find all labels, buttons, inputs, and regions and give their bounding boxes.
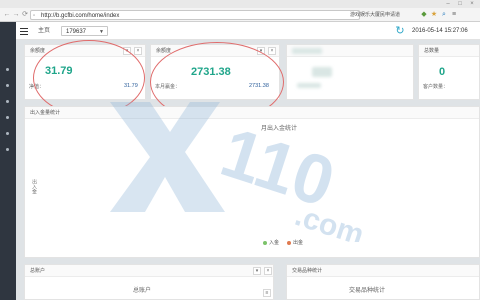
top-nav: 主页 179637 ▼ ↻ 2016-05-14 15:27:06 [16,22,480,40]
star-icon[interactable]: ★ [430,11,438,19]
close-icon[interactable]: × [264,267,272,275]
collapse-icon[interactable]: ▾ [253,267,261,275]
chart-title: 交易品种统计 [349,288,386,294]
redacted-title [292,48,322,54]
legend-label-out[interactable]: 出金 [293,240,303,246]
extension-icon[interactable]: ◆ [420,11,428,19]
close-icon[interactable]: × [468,1,476,7]
search-suggestion-text[interactable]: 游戏娱乐大厦民申请道 [350,12,400,19]
sidebar-item[interactable] [6,116,9,119]
count-card: 总数量 0 客户数量： [418,44,480,100]
accounts-panel: 总账户 ▾ × 总账户 ≡ [24,264,274,300]
panel-header: 出入金量统计 [25,107,479,119]
panel-title: 出入金量统计 [30,110,61,116]
account-select[interactable]: 179637 ▼ [61,26,108,36]
tab-strip [0,0,480,8]
fund-flow-panel: 出入金量统计 月出入金统计 出入金 入金 出金 [24,106,480,258]
hidden-card [286,44,414,100]
panel-header: 总账户 ▾ × [25,265,273,277]
y-axis-label: 出入金 [31,179,37,194]
instruments-panel: 交易品种统计 交易品种统计 [286,264,480,300]
legend-swatch-in[interactable] [263,241,267,245]
sidebar-item[interactable] [6,68,9,71]
account-select-value: 179637 [66,29,87,35]
card-header: 总数量 [419,45,479,57]
chart-title: 月出入金统计 [261,126,298,132]
back-icon[interactable]: ← [3,11,11,19]
legend-swatch-out[interactable] [287,241,291,245]
minimize-icon[interactable]: – [444,1,452,7]
hamburger-icon[interactable] [20,26,28,36]
menu-icon[interactable]: ≡ [450,11,458,19]
sidebar-item[interactable] [6,84,9,87]
card-title: 余额度 [30,48,46,54]
datetime: 2016-05-14 15:27:06 [412,28,468,34]
sidebar [0,22,16,300]
redacted-label [297,83,321,88]
sidebar-item[interactable] [6,148,9,151]
card-value: 0 [439,66,446,78]
reload-icon[interactable]: ⟳ [21,11,29,19]
close-icon[interactable]: × [134,47,142,55]
card-title: 总数量 [424,48,440,54]
close-icon[interactable]: × [268,47,276,55]
chevron-down-icon: ▼ [99,29,104,35]
legend-label-in[interactable]: 入金 [269,240,279,246]
browser-toolbar: – □ × ← → ⟳ ▫ http://b.gcfbi.com/home/in… [0,0,480,22]
annotation-circle [33,40,145,116]
toolbox-icon[interactable]: ≡ [263,289,271,297]
refresh-icon[interactable]: ↻ [394,25,406,37]
chart-title: 总账户 [133,288,152,294]
card-sub-label: 客户数量： [423,84,449,90]
panel-title: 交易品种统计 [292,268,323,274]
address-bar[interactable]: ▫ http://b.gcfbi.com/home/index [30,10,360,20]
address-url[interactable]: http://b.gcfbi.com/home/index [41,12,119,20]
forward-icon[interactable]: → [12,11,20,19]
maximize-icon[interactable]: □ [456,1,464,7]
search-icon[interactable]: ⌕ [440,11,448,19]
page-icon: ▫ [33,13,36,19]
panel-title: 总账户 [30,268,46,274]
home-link[interactable]: 主页 [38,27,50,35]
sidebar-item[interactable] [6,100,9,103]
redacted-value [312,67,332,77]
panel-header: 交易品种统计 [287,265,479,277]
sidebar-item[interactable] [6,132,9,135]
